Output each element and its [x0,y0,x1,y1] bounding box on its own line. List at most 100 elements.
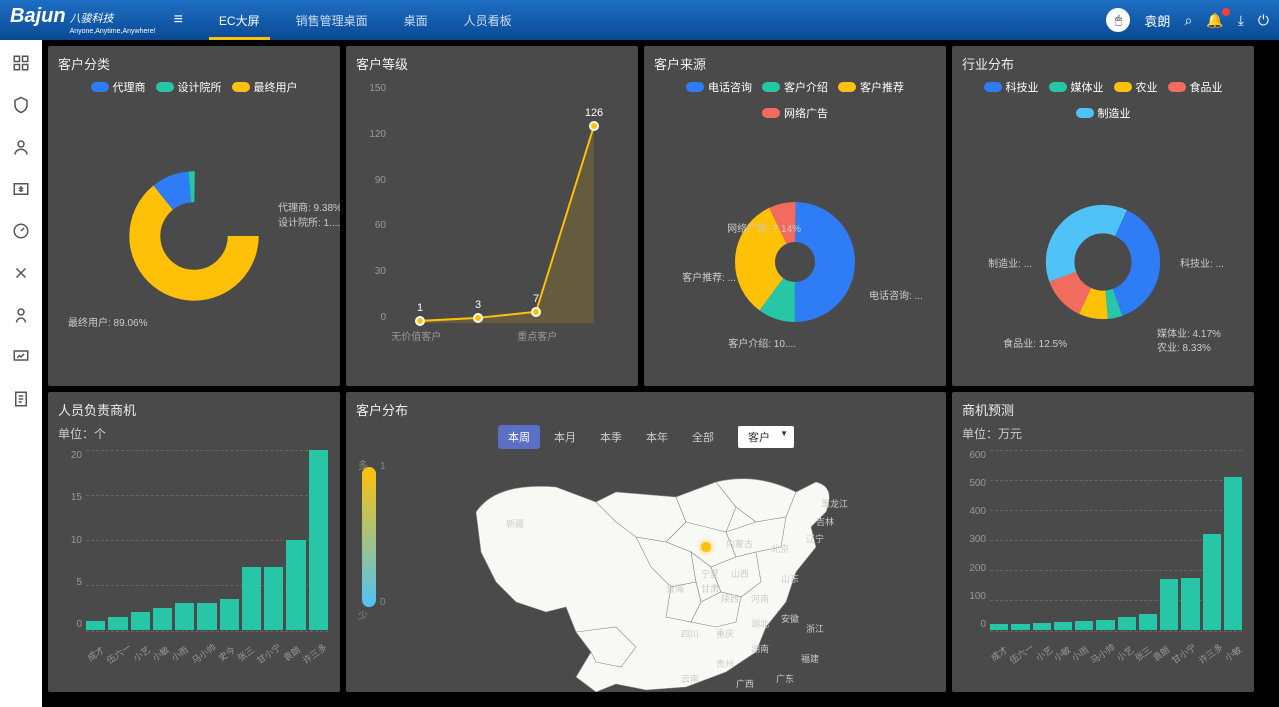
tab-desktop[interactable]: 桌面 [386,0,446,40]
bar [1075,621,1093,630]
map-controls: 本周 本月 本季 本年 全部 客户 [356,425,936,449]
tab-ec[interactable]: EC大屏 [201,0,278,40]
nav-tabs: EC大屏 销售管理桌面 桌面 人员看板 [201,0,530,40]
legend-item[interactable]: 媒体业 [1049,79,1104,95]
grad-max-label: 多 [358,457,368,472]
search-icon[interactable]: ⌕ [1184,12,1192,29]
panel-title: 客户分布 [356,400,936,419]
bell-icon[interactable]: 🔔 [1206,12,1223,29]
province-label: 广西 [736,677,754,690]
legend-item[interactable]: 农业 [1114,79,1158,95]
panel-customer-category: 客户分类 代理商设计院所最终用户 代理商: 9.38%设计院所: 1....最终… [48,46,340,386]
bar [1054,622,1072,630]
legend-item[interactable]: 最终用户 [232,79,298,95]
panel-title: 客户分类 [58,54,330,73]
bar [86,621,105,630]
grad-min-label: 少 [358,607,368,622]
chart-label: 网络广告: 7.14% [666,220,801,235]
legend: 电话咨询客户介绍客户推荐网络广告 [654,79,936,121]
user-name[interactable]: 袁朗 [1144,11,1170,30]
filter-week[interactable]: 本周 [498,425,540,449]
chart-label: 电话咨询: ... [869,287,923,302]
avatar[interactable]: 🖱 [1106,8,1130,32]
legend-item[interactable]: 电话咨询 [686,79,752,95]
filter-quarter[interactable]: 本季 [590,425,632,449]
filter-month[interactable]: 本月 [544,425,586,449]
chart-label: 客户推荐: ... [666,269,736,284]
data-point [473,313,483,323]
bar [108,617,127,631]
user-icon[interactable] [12,138,30,156]
panel-personnel-opportunity: 人员负责商机 单位：个 20151050 成才伍六一小艺小敏小雨马小帅史今张三甘… [48,392,340,692]
gradient-legend [362,467,376,607]
monitor-icon[interactable] [12,348,30,366]
province-label: 山西 [731,567,749,580]
chart-label: 最终用户: 89.06% [68,314,147,329]
bar [286,540,305,630]
province-label: 北京 [771,542,789,555]
document-icon[interactable] [12,390,30,408]
bar [1033,623,1051,631]
data-point [415,316,425,326]
tools-icon[interactable] [12,264,30,282]
data-label: 3 [475,299,481,311]
sidebar [0,40,42,707]
legend-item[interactable]: 设计院所 [156,79,222,95]
filter-all[interactable]: 全部 [682,425,724,449]
map-marker [701,542,711,552]
legend-item[interactable]: 食品业 [1168,79,1223,95]
logo: Bajun 八骏科技 Anyone,Anytime,Anywhere! [10,5,156,35]
legend-item[interactable]: 客户介绍 [762,79,828,95]
unit-label: 单位：万元 [962,425,1244,442]
money-icon[interactable] [12,180,30,198]
province-label: 浙江 [806,622,824,635]
panel-customer-source: 客户来源 电话咨询客户介绍客户推荐网络广告 网络广告: 7.14%客户推荐: .… [644,46,946,386]
tab-sales[interactable]: 销售管理桌面 [278,0,386,40]
person-icon[interactable] [12,306,30,324]
download-icon[interactable]: ⤓ [1238,12,1244,29]
chart-label: 食品业: 12.5% [962,335,1067,350]
legend: 代理商设计院所最终用户 [58,79,330,95]
legend-item[interactable]: 代理商 [91,79,146,95]
bar [264,567,283,630]
province-label: 安徽 [781,612,799,625]
province-label: 贵州 [716,657,734,670]
legend-item[interactable]: 科技业 [984,79,1039,95]
legend-item[interactable]: 网络广告 [762,105,828,121]
map-select[interactable]: 客户 [738,426,794,448]
grad-max-val: 1 [380,461,386,472]
bar-chart: 6005004003002001000 成才伍六一小艺小敏小雨马小帅小艺张三袁朗… [962,450,1244,660]
shield-icon[interactable] [12,96,30,114]
data-label: 7 [533,293,539,305]
power-icon[interactable]: ⏻ [1258,12,1269,29]
menu-icon[interactable]: ≡ [174,11,183,29]
panel-title: 行业分布 [962,54,1244,73]
province-label: 河南 [751,592,769,605]
province-label: 吉林 [816,515,834,528]
panel-opportunity-forecast: 商机预测 单位：万元 6005004003002001000 成才伍六一小艺小敏… [952,392,1254,692]
logo-sub: 八骏科技 [70,13,114,25]
chart-label: 设计院所: 1.... [278,214,340,229]
bar [242,567,261,630]
filter-year[interactable]: 本年 [636,425,678,449]
bar [1224,477,1242,630]
bar [220,599,239,631]
grad-min-val: 0 [380,597,386,608]
legend-item[interactable]: 客户推荐 [838,79,904,95]
bar [1139,614,1157,631]
donut-chart [1043,202,1163,322]
province-label: 湖北 [751,617,769,630]
province-label: 青海 [666,582,684,595]
panel-industry: 行业分布 科技业媒体业农业食品业制造业 制造业: ...科技业: ...媒体业:… [952,46,1254,386]
tab-personnel[interactable]: 人员看板 [446,0,530,40]
dashboard-content: 客户分类 代理商设计院所最终用户 代理商: 9.38%设计院所: 1....最终… [42,40,1279,707]
gauge-icon[interactable] [12,222,30,240]
china-map: 多 1 少 0 黑龙江吉林辽宁新疆内 [356,457,936,687]
grid-icon[interactable] [12,54,30,72]
province-label: 内蒙古 [726,537,753,550]
legend-item[interactable]: 制造业 [1076,105,1131,121]
chart-label: 客户介绍: 10.... [666,335,796,350]
province-label: 云南 [681,672,699,685]
chart-label: 制造业: ... [962,255,1032,270]
province-label: 福建 [801,652,819,665]
